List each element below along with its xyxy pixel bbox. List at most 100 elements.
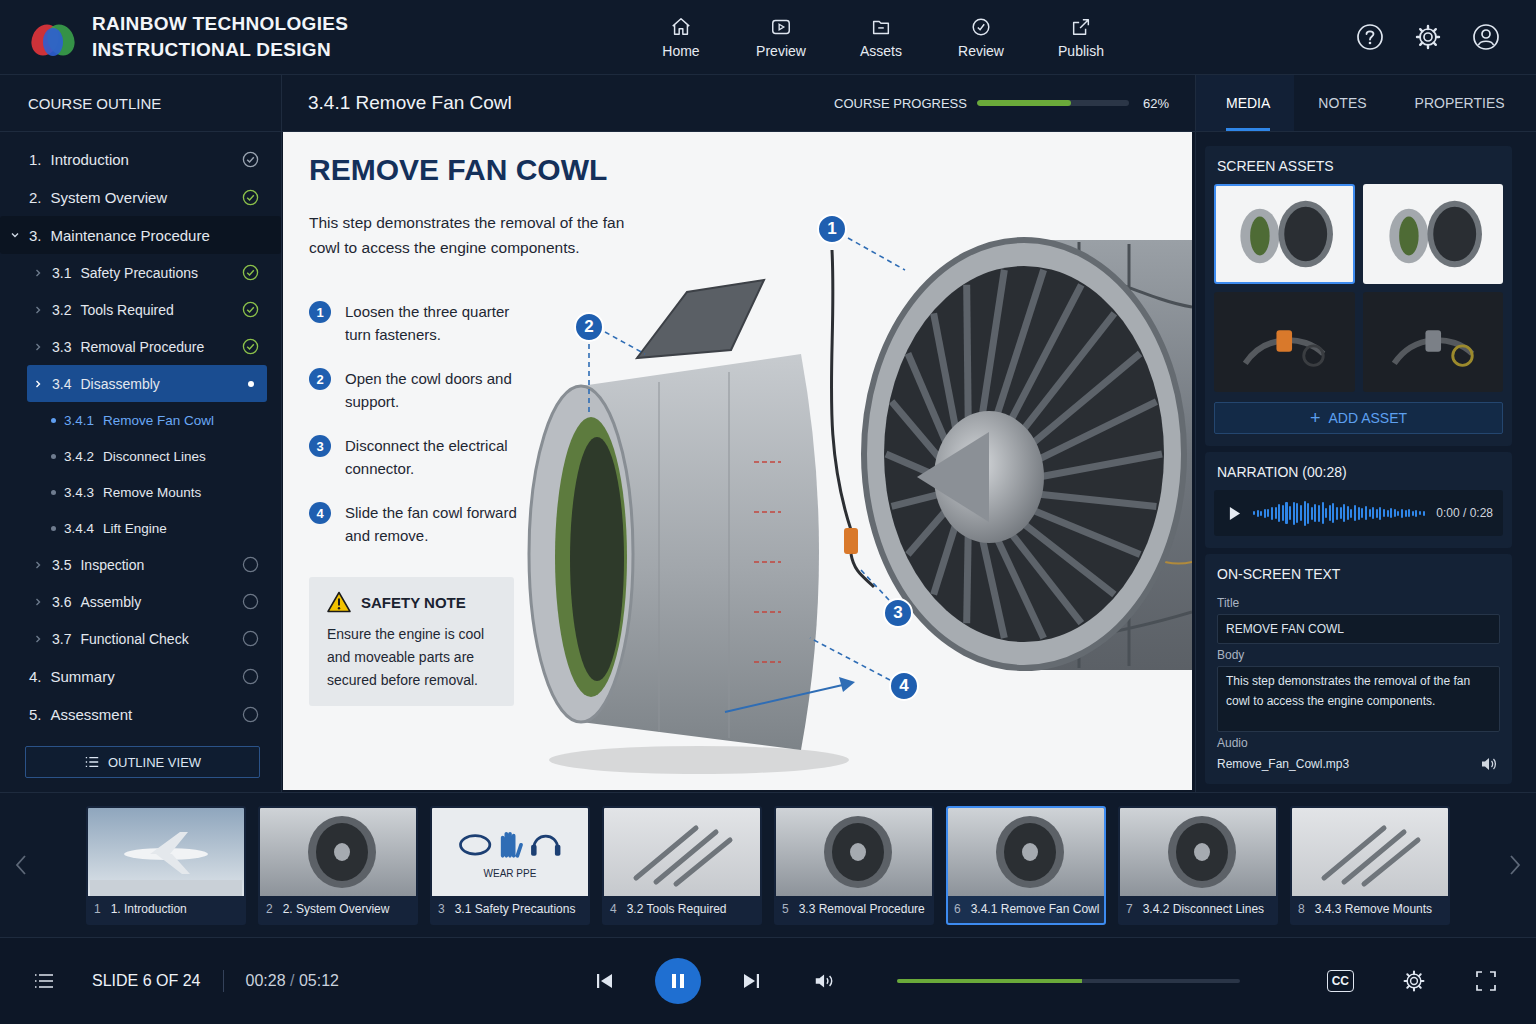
audio-file[interactable]: Remove_Fan_Cowl.mp3 <box>1217 754 1500 772</box>
speaker-icon[interactable] <box>1480 756 1498 772</box>
course-outline: COURSE OUTLINE1.Introduction2.System Ove… <box>0 75 282 792</box>
play-icon[interactable] <box>1228 506 1241 521</box>
callout-marker[interactable]: 4 <box>889 671 919 701</box>
title-input[interactable]: REMOVE FAN COWL <box>1217 614 1500 644</box>
text-field: BodyThis step demonstrates the removal o… <box>1214 648 1503 732</box>
step-item: 3Disconnect the electrical connector. <box>309 434 669 480</box>
outline-item[interactable]: 5.Assessment <box>0 695 267 733</box>
ppe-icon <box>455 824 565 862</box>
chevron-icon[interactable] <box>33 379 43 389</box>
play-pause-button[interactable] <box>655 958 701 1004</box>
slide-thumbnail[interactable]: 63.4.1 Remove Fan Cowl <box>946 806 1106 925</box>
pending-circle-icon <box>242 630 259 647</box>
publish-icon <box>1070 16 1092 38</box>
brand[interactable]: RAINBOW TECHNOLOGIESINSTRUCTIONAL DESIGN <box>0 11 631 63</box>
outline-item[interactable]: 3.4.4Lift Engine <box>27 510 267 546</box>
nav-item[interactable]: Assets <box>831 16 931 59</box>
outline-item[interactable]: 2.System Overview <box>0 178 267 216</box>
outline-item[interactable]: 3.4Disassembly <box>27 365 267 402</box>
bullet-dot <box>51 418 56 423</box>
slide-thumbnail[interactable]: 53.3 Removal Procedure <box>774 806 934 925</box>
seek-bar[interactable] <box>897 979 1240 983</box>
volume-icon[interactable] <box>813 969 837 993</box>
slide-thumbnail[interactable]: 83.4.3 Remove Mounts <box>1290 806 1450 925</box>
callout-marker[interactable]: 1 <box>817 214 847 244</box>
outline-list: 1.Introduction2.System Overview3.Mainten… <box>0 132 281 733</box>
panel-tab[interactable]: PROPERTIES <box>1391 75 1529 131</box>
chevron-icon[interactable] <box>33 342 43 352</box>
outline-item[interactable]: 1.Introduction <box>0 140 267 178</box>
chevron-icon[interactable] <box>33 268 43 278</box>
outline-item[interactable]: 3.3Removal Procedure <box>27 328 267 365</box>
outline-item[interactable]: 3.6Assembly <box>27 583 267 620</box>
slide-thumbnail[interactable]: 73.4.2 Disconnect Lines <box>1118 806 1278 925</box>
chevron-icon[interactable] <box>33 305 43 315</box>
previous-icon[interactable] <box>593 969 617 993</box>
pending-circle-icon <box>242 556 259 573</box>
gear-icon[interactable] <box>1414 23 1442 51</box>
top-icons <box>1356 23 1536 51</box>
chevron-icon[interactable] <box>33 597 43 607</box>
outline-item[interactable]: 3.1Safety Precautions <box>27 254 267 291</box>
asset-thumbnail[interactable] <box>1363 184 1504 284</box>
callout-marker[interactable]: 2 <box>574 312 604 342</box>
chevron-icon[interactable] <box>10 230 20 240</box>
menu-icon[interactable] <box>32 969 56 993</box>
nav-item[interactable]: Preview <box>731 16 831 59</box>
thumbnail-image <box>1120 808 1276 896</box>
slide-thumbnail[interactable]: 43.2 Tools Required <box>602 806 762 925</box>
outline-item[interactable]: 3.4.1Remove Fan Cowl <box>27 402 267 438</box>
active-dot <box>248 381 254 387</box>
pending-circle-icon <box>242 706 259 723</box>
progress-track <box>977 100 1129 106</box>
slide-title: 3.4.1 Remove Fan Cowl <box>308 92 512 114</box>
playback-time: 00:28 / 05:12 <box>246 972 339 990</box>
slide-canvas[interactable]: 1234REMOVE FAN COWLThis step demonstrate… <box>283 132 1192 790</box>
slide-thumbnail[interactable]: WEAR PPE33.1 Safety Precautions <box>430 806 590 925</box>
review-icon <box>970 16 992 38</box>
fullscreen-icon[interactable] <box>1474 969 1498 993</box>
outline-item[interactable]: 3.Maintenance Procedure <box>0 216 281 254</box>
chevron-left-icon[interactable] <box>14 853 28 877</box>
course-progress: COURSE PROGRESS62% <box>834 96 1169 111</box>
outline-item[interactable]: 3.7Functional Check <box>27 620 267 657</box>
next-icon[interactable] <box>739 969 763 993</box>
user-icon[interactable] <box>1472 23 1500 51</box>
slide-editor: 3.4.1 Remove Fan Cowl COURSE PROGRESS62% 1… <box>282 75 1195 792</box>
add-asset-button[interactable]: +ADD ASSET <box>1214 402 1503 434</box>
complete-check-icon <box>242 264 259 281</box>
asset-thumbnail[interactable] <box>1214 184 1355 284</box>
outline-item[interactable]: 3.4.3Remove Mounts <box>27 474 267 510</box>
outline-item[interactable]: 4.Summary <box>0 657 267 695</box>
panel-tab[interactable]: NOTES <box>1294 75 1390 131</box>
settings-gear-icon[interactable] <box>1402 969 1426 993</box>
help-icon[interactable] <box>1356 23 1384 51</box>
body-textarea[interactable]: This step demonstrates the removal of th… <box>1217 666 1500 732</box>
waveform[interactable] <box>1253 498 1424 528</box>
captions-button[interactable]: CC <box>1327 970 1354 992</box>
progress-fill <box>977 100 1071 106</box>
outline-item[interactable]: 3.2Tools Required <box>27 291 267 328</box>
panel-tab[interactable]: MEDIA <box>1196 75 1294 131</box>
chevron-right-icon[interactable] <box>1508 853 1522 877</box>
step-number: 4 <box>309 502 331 524</box>
slide-thumbnail[interactable]: 22. System Overview <box>258 806 418 925</box>
panel-tabs: MEDIANOTESPROPERTIES <box>1196 75 1536 132</box>
thumbnail-image <box>776 808 932 896</box>
top-bar: RAINBOW TECHNOLOGIESINSTRUCTIONAL DESIGN… <box>0 0 1536 75</box>
authoring-app: RAINBOW TECHNOLOGIESINSTRUCTIONAL DESIGN… <box>0 0 1536 1024</box>
callout-marker[interactable]: 3 <box>883 598 913 628</box>
outline-item[interactable]: 3.5Inspection <box>27 546 267 583</box>
outline-view-button[interactable]: OUTLINE VIEW <box>25 746 260 778</box>
nav-item[interactable]: Home <box>631 16 731 59</box>
chevron-icon[interactable] <box>33 560 43 570</box>
rainbow-logo-icon <box>28 16 78 58</box>
chevron-icon[interactable] <box>33 634 43 644</box>
narration-player: 0:00 / 0:28 <box>1214 490 1503 536</box>
slide-thumbnail[interactable]: 11. Introduction <box>86 806 246 925</box>
nav-item[interactable]: Review <box>931 16 1031 59</box>
asset-thumbnail[interactable] <box>1363 292 1504 392</box>
outline-item[interactable]: 3.4.2Disconnect Lines <box>27 438 267 474</box>
nav-item[interactable]: Publish <box>1031 16 1131 59</box>
asset-thumbnail[interactable] <box>1214 292 1355 392</box>
